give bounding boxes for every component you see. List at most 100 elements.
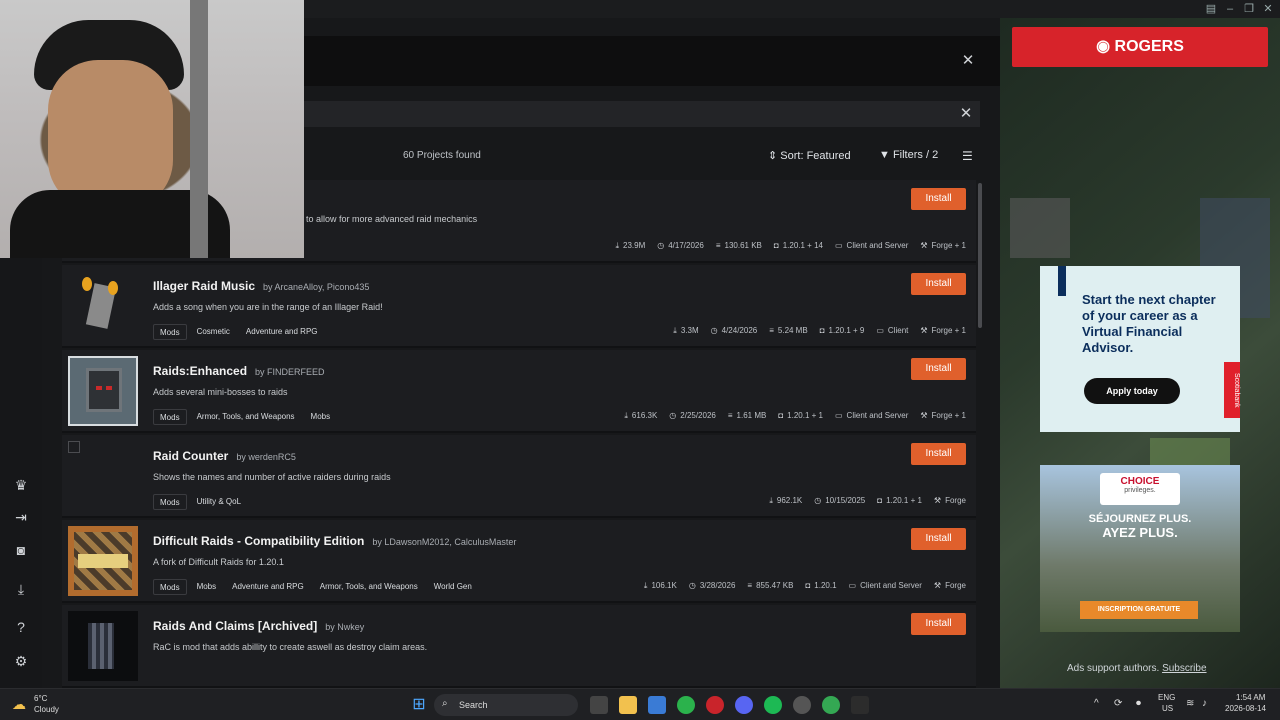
choice-logo: CHOICE privileges. <box>1100 473 1180 505</box>
download-count-icon: ⤓ <box>615 241 620 250</box>
clock-time[interactable]: 1:54 AM <box>1236 693 1265 702</box>
install-button[interactable]: Install <box>911 528 966 550</box>
project-title[interactable]: Raid Counter by werdenRC5 <box>153 449 296 463</box>
task-view-icon[interactable] <box>590 696 608 714</box>
spotify-icon[interactable] <box>764 696 782 714</box>
minimize-icon[interactable]: – <box>1223 2 1237 16</box>
install-button[interactable]: Install <box>911 188 966 210</box>
clock-date[interactable]: 2026-08-14 <box>1225 704 1266 713</box>
tag[interactable]: Armor, Tools, and Weapons <box>191 409 301 425</box>
project-card[interactable]: Illager Raid Music by ArcaneAlloy, Picono… <box>62 265 976 348</box>
crown-icon[interactable]: ♛ <box>12 476 30 494</box>
close-modal-icon[interactable]: ✕ <box>960 53 976 69</box>
taskbar-search[interactable]: ⌕ Search <box>434 694 578 716</box>
tag[interactable]: Utility & QoL <box>191 494 247 510</box>
anvil-icon: ⚒ <box>920 241 928 250</box>
inscription-button[interactable]: INSCRIPTION GRATUITE <box>1080 601 1198 619</box>
project-author[interactable]: by werdenRC5 <box>236 452 296 462</box>
download-count-icon: ⤓ <box>643 581 648 590</box>
discord-icon[interactable]: ◙ <box>12 541 30 559</box>
tray-chevron-icon[interactable]: ^ <box>1094 698 1099 709</box>
list-scrollbar[interactable] <box>978 183 982 328</box>
clear-search-icon[interactable]: ✕ <box>958 106 974 122</box>
mic-icon[interactable]: ⏺ <box>1136 698 1141 709</box>
layout-icon[interactable]: ▤ <box>1204 2 1218 16</box>
close-window-icon[interactable]: ✕ <box>1261 2 1275 16</box>
project-author[interactable]: by FINDERFEED <box>255 367 325 377</box>
tag[interactable]: Mods <box>153 579 187 595</box>
size: ≡ 5.24 MB <box>769 326 808 335</box>
size: ≡ 1.61 MB <box>727 411 767 420</box>
tag[interactable]: Adventure and RPG <box>240 324 324 340</box>
volume-icon[interactable]: ♪ <box>1202 698 1207 709</box>
weather-icon[interactable]: ☁ <box>12 696 26 713</box>
apply-today-button[interactable]: Apply today <box>1084 378 1180 404</box>
project-title[interactable]: Difficult Raids - Compatibility Edition b… <box>153 534 516 548</box>
wifi-icon[interactable]: ≋ <box>1186 698 1194 709</box>
lang[interactable]: ENG <box>1158 693 1175 702</box>
chrome-icon[interactable] <box>677 696 695 714</box>
download-icon[interactable]: ⤓ <box>12 580 30 598</box>
project-author[interactable]: by Nwkey <box>325 622 364 632</box>
project-title[interactable]: Raids And Claims [Archived] by Nwkey <box>153 619 364 633</box>
install-button[interactable]: Install <box>911 443 966 465</box>
rogers-ad[interactable]: ◉ ROGERS <box>1012 27 1268 67</box>
downloads: ⤓ 23.9M <box>615 241 646 250</box>
tag[interactable]: Armor, Tools, and Weapons <box>314 579 424 595</box>
project-thumbnail <box>68 271 138 341</box>
project-author[interactable]: by ArcaneAlloy, Picono435 <box>263 282 369 292</box>
tag-list: Mods Cosmetic Adventure and RPG <box>153 324 324 340</box>
file-explorer-icon[interactable] <box>619 696 637 714</box>
opera-icon[interactable] <box>706 696 724 714</box>
scotiabank-ad[interactable]: Start the next chapter of your career as… <box>1040 266 1240 432</box>
tag-list: Mods Mobs Adventure and RPG Armor, Tools… <box>153 579 478 595</box>
project-author[interactable]: by LDawsonM2012, CalculusMaster <box>372 537 516 547</box>
project-card[interactable]: Raid Counter by werdenRC5 Shows the names… <box>62 435 976 518</box>
help-icon[interactable]: ? <box>12 618 30 636</box>
store-icon[interactable] <box>648 696 666 714</box>
install-button[interactable]: Install <box>911 273 966 295</box>
version: ◘ 1.20.1 + 1 <box>778 411 823 420</box>
project-card[interactable]: Raids:Enhanced by FINDERFEED Adds several… <box>62 350 976 433</box>
install-button[interactable]: Install <box>911 613 966 635</box>
project-meta: ⤓ 616.3K ◷ 2/25/2026 ≡ 1.61 MB ◘ 1.20.1 + 1 … <box>624 411 966 421</box>
sign-in-icon[interactable]: ⇥ <box>12 508 30 526</box>
tag[interactable]: World Gen <box>428 579 478 595</box>
tag[interactable]: Mobs <box>305 409 337 425</box>
clock-icon: ◷ <box>814 496 822 505</box>
choice-privileges-ad[interactable]: CHOICE privileges. SÉJOURNEZ PLUS. AYEZ … <box>1040 465 1240 632</box>
downloads: ⤓ 962.1K <box>769 496 803 505</box>
tag[interactable]: Mods <box>153 324 187 340</box>
tray-icon[interactable]: ⟳ <box>1114 698 1122 709</box>
tag[interactable]: Mods <box>153 409 187 425</box>
curseforge-icon[interactable] <box>851 696 869 714</box>
clock-icon: ◷ <box>710 326 718 335</box>
project-card[interactable]: Difficult Raids - Compatibility Edition b… <box>62 520 976 603</box>
tag[interactable]: Mobs <box>191 579 223 595</box>
discord-taskbar-icon[interactable] <box>735 696 753 714</box>
project-thumbnail <box>68 356 138 426</box>
clock-icon: ◷ <box>669 411 677 420</box>
project-card[interactable]: Raids And Claims [Archived] by Nwkey RaC … <box>62 605 976 688</box>
steam-icon[interactable] <box>793 696 811 714</box>
maximize-icon[interactable]: ❐ <box>1242 2 1256 16</box>
settings-icon[interactable]: ⚙ <box>12 652 30 670</box>
tag[interactable]: Cosmetic <box>191 324 236 340</box>
project-title[interactable]: Raids:Enhanced by FINDERFEED <box>153 364 325 378</box>
tag[interactable]: Adventure and RPG <box>226 579 310 595</box>
tag[interactable]: Mods <box>153 494 187 510</box>
subscribe-link[interactable]: Subscribe <box>1162 663 1206 674</box>
sort-dropdown[interactable]: ⇕ Sort: Featured <box>768 149 851 162</box>
region[interactable]: US <box>1162 704 1173 713</box>
anvil-icon: ⚒ <box>920 326 928 335</box>
chrome-2-icon[interactable] <box>822 696 840 714</box>
install-button[interactable]: Install <box>911 358 966 380</box>
start-icon[interactable]: ⊞ <box>410 696 428 714</box>
list-view-icon[interactable]: ☰ <box>962 149 973 163</box>
size-icon: ≡ <box>769 326 774 335</box>
project-title[interactable]: Illager Raid Music by ArcaneAlloy, Picono… <box>153 279 369 293</box>
gamepad-icon: ◘ <box>819 326 825 335</box>
sort-label: Sort: Featured <box>780 150 851 162</box>
search-icon: ⌕ <box>442 698 448 709</box>
filters-button[interactable]: ▼ Filters / 2 <box>879 149 938 161</box>
